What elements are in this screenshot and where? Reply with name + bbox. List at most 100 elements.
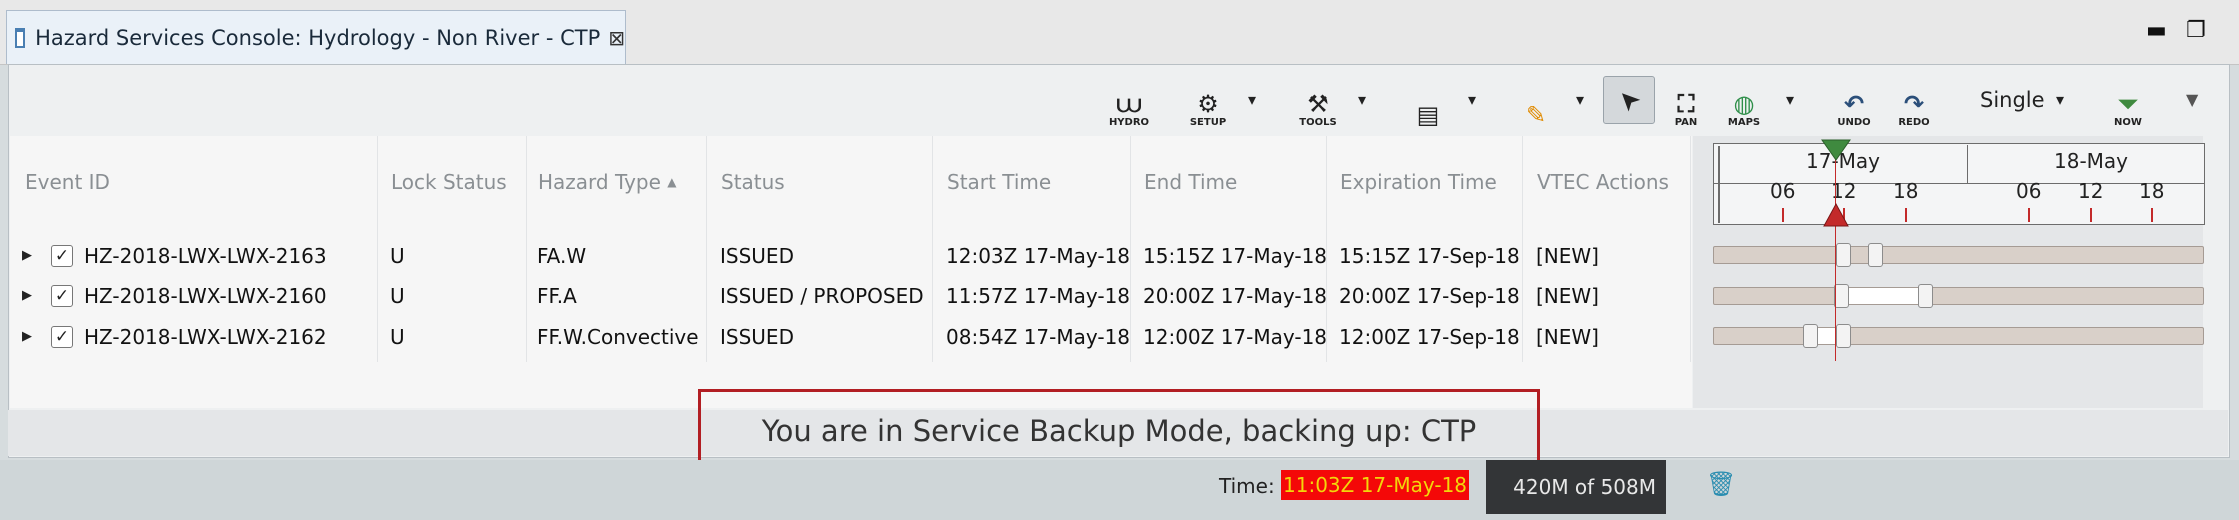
draw-button[interactable]: ✎ — [1518, 82, 1554, 128]
arrow-cursor-icon: ➤ — [1610, 81, 1648, 119]
expiration-time-cell: 20:00Z 17-Sep-18 — [1339, 284, 1520, 308]
toolbar-menu-icon[interactable]: ▼ — [2186, 90, 2198, 109]
timeline-tick-label: 12 — [2078, 179, 2104, 203]
maximize-icon[interactable]: ❐ — [2186, 18, 2206, 43]
column-header-expiration-time[interactable]: Expiration Time — [1340, 170, 1497, 194]
mode-dropdown-icon[interactable]: ▾ — [2056, 90, 2064, 109]
hydro-button[interactable]: ⩊ HYDRO — [1106, 82, 1152, 128]
row-checkbox[interactable]: ✓ — [51, 326, 73, 348]
end-time-cell: 15:15Z 17-May-18 — [1143, 244, 1328, 268]
column-header-lock-status[interactable]: Lock Status — [391, 170, 507, 194]
pan-button[interactable]: ⛶ PAN — [1668, 82, 1704, 128]
document-dropdown-icon[interactable]: ▾ — [1468, 90, 1476, 109]
event-id-cell: HZ-2018-LWX-LWX-2162 — [84, 325, 327, 349]
table-row[interactable]: ▶ ✓ HZ-2018-LWX-LWX-2162 U FF.W.Convecti… — [10, 318, 1690, 356]
expand-row-icon[interactable]: ▶ — [22, 237, 32, 275]
lock-status-cell: U — [390, 284, 405, 308]
end-time-handle[interactable] — [1836, 324, 1851, 348]
time-label: Time: — [1219, 474, 1275, 498]
tools-dropdown-icon[interactable]: ▾ — [1358, 90, 1366, 109]
hydro-icon: ⩊ — [1116, 90, 1142, 118]
pencil-icon: ✎ — [1525, 101, 1547, 129]
document-button[interactable]: ▤ — [1410, 82, 1446, 128]
tick-mark — [1905, 208, 1907, 222]
column-header-vtec-actions[interactable]: VTEC Actions — [1537, 170, 1669, 194]
minimize-icon[interactable]: ▬ — [2146, 18, 2167, 43]
pan-label: PAN — [1674, 117, 1698, 128]
expiration-time-cell: 15:15Z 17-Sep-18 — [1339, 244, 1520, 268]
maps-label: MAPS — [1727, 117, 1761, 128]
mode-select[interactable]: Single — [1980, 88, 2045, 112]
column-header-status[interactable]: Status — [721, 170, 785, 194]
hazard-time-span — [1846, 288, 1926, 304]
vtec-actions-cell: [NEW] — [1536, 325, 1599, 349]
select-button[interactable]: ➤ — [1603, 76, 1655, 124]
setup-label: SETUP — [1189, 117, 1227, 128]
tools-label: TOOLS — [1299, 117, 1337, 128]
service-backup-message: You are in Service Backup Mode, backing … — [761, 414, 1477, 448]
globe-icon: ◍ — [1733, 90, 1755, 118]
column-header-label: Hazard Type — [538, 170, 661, 194]
now-icon: ⏷ — [2118, 90, 2138, 118]
tick-mark — [1782, 208, 1784, 222]
start-time-handle[interactable] — [1803, 324, 1818, 348]
pan-icon: ⛶ — [1677, 90, 1695, 118]
tab-title: Hazard Services Console: Hydrology - Non… — [35, 25, 601, 50]
expand-row-icon[interactable]: ▶ — [22, 318, 32, 356]
hydro-label: HYDRO — [1108, 117, 1150, 128]
expand-row-icon[interactable]: ▶ — [22, 277, 32, 315]
timeline-tick-label: 06 — [1770, 179, 1796, 203]
start-time-handle[interactable] — [1834, 284, 1849, 308]
current-time-marker-icon[interactable] — [1822, 202, 1850, 228]
now-marker-icon[interactable] — [1820, 138, 1852, 162]
column-header-event-id[interactable]: Event ID — [25, 170, 110, 194]
table-row[interactable]: ▶ ✓ HZ-2018-LWX-LWX-2163 U FA.W ISSUED 1… — [10, 237, 1690, 275]
maps-dropdown-icon[interactable]: ▾ — [1786, 90, 1794, 109]
column-divider — [1690, 136, 1691, 362]
row-checkbox[interactable]: ✓ — [51, 285, 73, 307]
draw-dropdown-icon[interactable]: ▾ — [1576, 90, 1584, 109]
hazard-type-cell: FF.A — [537, 284, 577, 308]
hazard-type-cell: FA.W — [537, 244, 587, 268]
undo-button[interactable]: ↶ UNDO — [1836, 82, 1872, 128]
sort-ascending-icon: ▲ — [667, 175, 677, 189]
memory-usage: 420M of 508M — [1513, 475, 1656, 499]
now-label: NOW — [2114, 117, 2142, 128]
lock-status-cell: U — [390, 244, 405, 268]
start-time-cell: 08:54Z 17-May-18 — [946, 325, 1131, 349]
end-time-handle[interactable] — [1918, 284, 1933, 308]
tick-mark — [2090, 208, 2092, 222]
memory-monitor: 420M of 508M — [1486, 460, 1666, 514]
hazard-time-bar[interactable] — [1713, 246, 2204, 264]
tick-mark — [2151, 208, 2153, 222]
vtec-actions-cell: [NEW] — [1536, 284, 1599, 308]
redo-button[interactable]: ↷ REDO — [1896, 82, 1932, 128]
column-header-start-time[interactable]: Start Time — [947, 170, 1051, 194]
row-checkbox[interactable]: ✓ — [51, 245, 73, 267]
expiration-time-cell: 12:00Z 17-Sep-18 — [1339, 325, 1520, 349]
event-id-cell: HZ-2018-LWX-LWX-2163 — [84, 244, 327, 268]
start-time-cell: 11:57Z 17-May-18 — [946, 284, 1131, 308]
tools-button[interactable]: ⚒ TOOLS — [1296, 82, 1340, 128]
console-tab[interactable]: Hazard Services Console: Hydrology - Non… — [6, 10, 626, 64]
hazard-time-bar[interactable] — [1713, 327, 2204, 345]
status-bar — [0, 460, 2239, 520]
start-time-cell: 12:03Z 17-May-18 — [946, 244, 1131, 268]
current-time-value: 11:03Z 17-May-18 — [1281, 470, 1470, 500]
redo-icon: ↷ — [1903, 90, 1925, 118]
trash-icon[interactable]: 🗑 — [1706, 470, 1736, 498]
status-cell: ISSUED — [720, 325, 794, 349]
hazard-time-bar[interactable] — [1713, 287, 2204, 305]
table-row[interactable]: ▶ ✓ HZ-2018-LWX-LWX-2160 U FF.A ISSUED /… — [10, 277, 1690, 315]
close-icon[interactable]: ⊠ — [608, 26, 625, 50]
maps-button[interactable]: ◍ MAPS — [1724, 82, 1764, 128]
column-header-end-time[interactable]: End Time — [1144, 170, 1237, 194]
end-time-handle[interactable] — [1868, 243, 1883, 267]
setup-dropdown-icon[interactable]: ▾ — [1248, 90, 1256, 109]
redo-label: REDO — [1898, 117, 1930, 128]
tick-mark — [2028, 208, 2030, 222]
now-button[interactable]: ⏷ NOW — [2110, 82, 2146, 128]
start-time-handle[interactable] — [1836, 243, 1851, 267]
column-header-hazard-type[interactable]: Hazard Type ▲ — [538, 170, 677, 194]
setup-button[interactable]: ⚙ SETUP — [1186, 82, 1230, 128]
